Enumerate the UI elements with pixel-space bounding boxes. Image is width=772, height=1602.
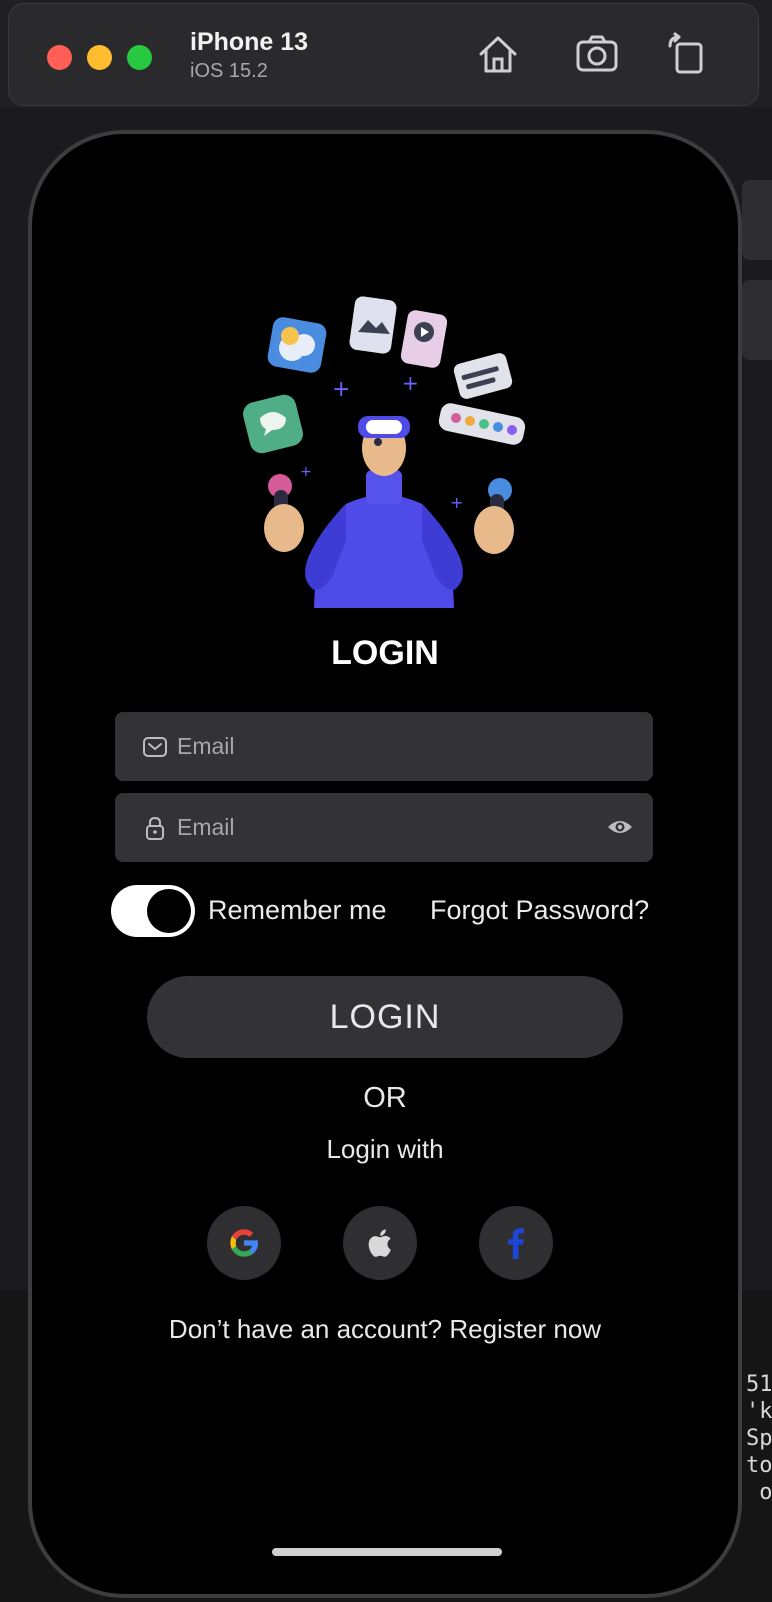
minimize-window-button[interactable] — [87, 45, 112, 70]
register-link[interactable]: Don’t have an account? Register now — [32, 1314, 738, 1345]
login-with-label: Login with — [326, 1134, 444, 1164]
email-field-placeholder: Email — [177, 733, 235, 759]
or-divider-text: OR — [363, 1082, 407, 1114]
home-indicator[interactable] — [272, 1548, 502, 1556]
envelope-icon — [143, 737, 167, 757]
apple-login-button[interactable] — [343, 1206, 417, 1280]
svg-text:+: + — [332, 377, 350, 402]
password-field[interactable]: Email — [115, 793, 653, 862]
eye-icon[interactable] — [607, 815, 633, 839]
background-console-text: 51 'k Spe tor or — [746, 1344, 772, 1506]
remember-me-label: Remember me — [208, 895, 387, 925]
console-line: tor — [746, 1453, 772, 1478]
close-window-button[interactable] — [47, 45, 72, 70]
screenshot-icon[interactable] — [575, 32, 619, 76]
facebook-icon — [508, 1228, 524, 1259]
remember-me-toggle[interactable] — [111, 885, 195, 937]
console-line: Spe — [746, 1426, 772, 1451]
google-icon — [230, 1229, 258, 1257]
svg-text:+: + — [402, 371, 419, 395]
login-button[interactable]: LOGIN — [147, 976, 623, 1058]
facebook-login-button[interactable] — [479, 1206, 553, 1280]
device-os-version: iOS 15.2 — [190, 60, 268, 82]
console-line: 'k — [746, 1399, 772, 1424]
toggle-knob — [147, 889, 191, 933]
email-field[interactable]: Email — [115, 712, 653, 781]
zoom-window-button[interactable] — [127, 45, 152, 70]
apple-icon — [368, 1229, 391, 1257]
lock-icon — [146, 816, 164, 840]
vr-person-illustration: + + + + — [243, 296, 526, 608]
svg-text:+: + — [450, 493, 463, 512]
rotate-icon[interactable] — [665, 32, 709, 76]
background-right-panel — [742, 180, 772, 260]
simulator-toolbar: iPhone 13 iOS 15.2 — [8, 3, 759, 106]
background-right-panel-2 — [742, 280, 772, 360]
forgot-password-link[interactable]: Forgot Password? — [430, 895, 649, 926]
console-line: or — [759, 1480, 772, 1505]
phone-screen: + + + + LOGIN Email Email Remember me Fo… — [28, 130, 742, 1598]
home-icon[interactable] — [476, 32, 520, 76]
console-line: 51 — [746, 1372, 772, 1397]
page-title: LOGIN — [331, 634, 439, 672]
device-name: iPhone 13 — [190, 28, 309, 56]
svg-text:+: + — [300, 464, 312, 480]
google-login-button[interactable] — [207, 1206, 281, 1280]
password-field-placeholder: Email — [177, 814, 235, 840]
